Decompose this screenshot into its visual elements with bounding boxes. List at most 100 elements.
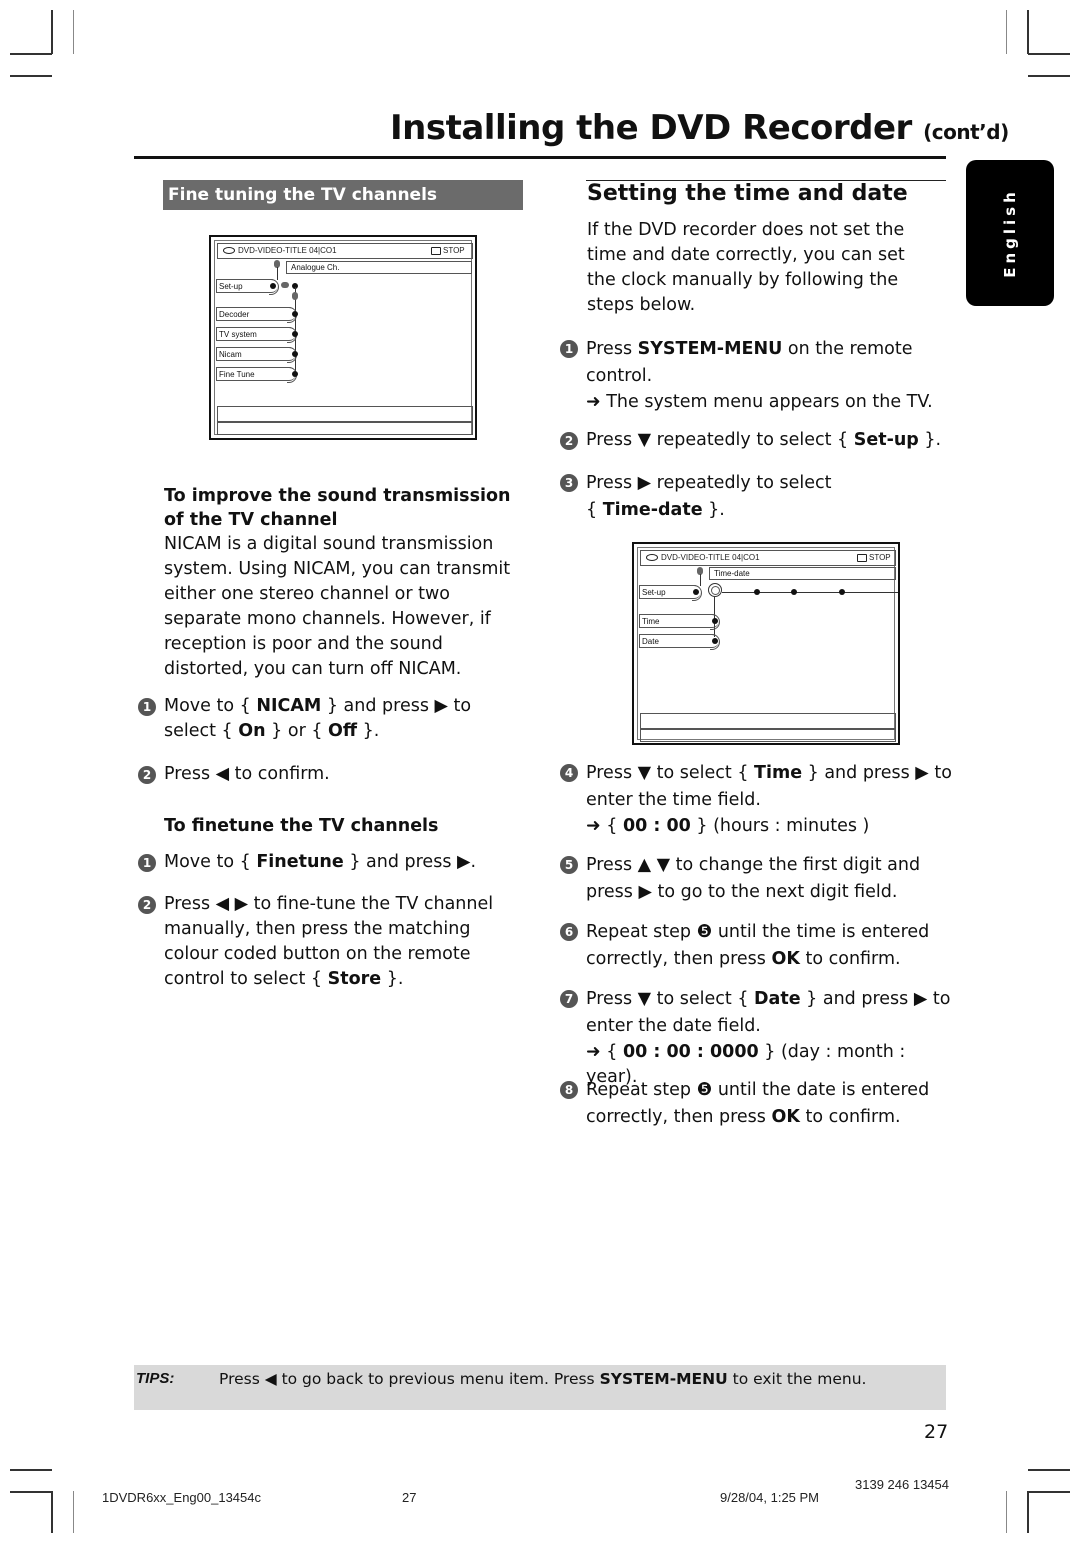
step-result: ➜ { 00 : 00 } (hours : minutes ) [586, 816, 870, 836]
crop-mark [51, 1491, 53, 1533]
connector-node [281, 282, 289, 288]
step-number: 1 [138, 854, 156, 872]
menu-item-dot [270, 283, 276, 289]
tips-label: TIPS: [136, 1370, 175, 1387]
page-title-text: Installing the DVD Recorder [390, 108, 912, 148]
language-tab: English [966, 160, 1054, 306]
step-text: Press ▼ to select { Date } and press ▶ t… [586, 989, 951, 1036]
step-number: 1 [560, 340, 578, 358]
nicam-description: NICAM is a digital sound transmission sy… [164, 534, 511, 679]
stop-icon [857, 554, 867, 562]
menu-item-dot [292, 331, 298, 337]
step-text: Press ▼ to select { Time } and press ▶ t… [586, 763, 952, 810]
footer-page: 27 [402, 1490, 417, 1505]
connector-dot [839, 589, 845, 595]
page-title: Installing the DVD Recorder (cont’d) [390, 108, 1009, 148]
crop-mark [1028, 1469, 1070, 1471]
menu-header-status: STOP [869, 553, 891, 562]
crop-mark [1028, 1491, 1070, 1493]
menu-item-setup[interactable]: Set-up [639, 585, 702, 601]
language-tab-label: English [1001, 188, 1019, 278]
menu-item-dot [693, 589, 699, 595]
step-time-1: 1 Press SYSTEM-MENU on the remote contro… [560, 336, 950, 415]
menu-diagram-fine-tuning: DVD-VIDEO-TITLE 04|CO1 STOP Analogue Ch.… [209, 235, 477, 440]
time-date-intro: If the DVD recorder does not set the tim… [587, 220, 905, 315]
step-text: Repeat step ❺ until the time is entered … [586, 922, 930, 969]
footer-date: 9/28/04, 1:25 PM [720, 1490, 820, 1505]
step-text: Repeat step ❺ until the date is entered … [586, 1080, 930, 1127]
crop-mark [10, 53, 52, 55]
menu-item[interactable]: Time [639, 614, 720, 630]
crop-mark [10, 1469, 52, 1471]
menu-item-setup[interactable]: Set-up [216, 279, 279, 295]
step-finetune-1: 1 Move to { Finetune } and press ▶. [138, 850, 528, 875]
step-time-5: 5 Press ▲ ▼ to change the first digit an… [560, 852, 950, 906]
submenu-label: Analogue Ch. [286, 261, 472, 274]
crop-mark [10, 75, 52, 77]
step-text: Move to { Finetune } and press ▶. [164, 852, 477, 872]
menu-item[interactable]: TV system [216, 327, 297, 343]
step-text: Press ◀ to confirm. [164, 764, 330, 784]
step-time-2: 2 Press ▼ repeatedly to select { Set-up … [560, 428, 950, 453]
step-result: ➜ The system menu appears on the TV. [586, 392, 933, 412]
crop-mark [1006, 1491, 1007, 1533]
step-text: Press ▼ repeatedly to select { Set-up }. [586, 430, 942, 450]
menu-item-dot [712, 638, 718, 644]
connector-line [277, 267, 278, 280]
menu-header: DVD-VIDEO-TITLE 04|CO1 STOP [217, 243, 473, 259]
step-finetune-2: 2 Press ◀ ▶ to fine-tune the TV channel … [138, 892, 528, 992]
subsection-heading-nicam: To improve the sound transmission of the… [164, 486, 511, 530]
step-number: 1 [138, 698, 156, 716]
connector-line [722, 592, 898, 593]
step-text: Press ▶ repeatedly to select { Time-date… [586, 473, 832, 520]
menu-item[interactable]: Nicam [216, 347, 297, 363]
menu-item[interactable]: Fine Tune [216, 367, 297, 383]
step-text: Press ▲ ▼ to change the first digit and … [586, 855, 921, 902]
step-time-8: 8 Repeat step ❺ until the date is entere… [560, 1077, 950, 1131]
menu-item-dot [292, 311, 298, 317]
crop-mark [1006, 10, 1007, 54]
step-time-6: 6 Repeat step ❺ until the time is entere… [560, 919, 950, 973]
step-number: 2 [560, 432, 578, 450]
submenu-label: Time-date [709, 567, 896, 580]
page-title-suffix: (cont’d) [923, 120, 1009, 144]
subsection-heading-finetune: To finetune the TV channels [164, 816, 439, 836]
navigation-ring-icon [708, 583, 722, 597]
menu-header-title: DVD-VIDEO-TITLE 04|CO1 [238, 246, 337, 255]
header-rule [134, 156, 946, 159]
crop-mark [1027, 10, 1029, 54]
crop-mark [73, 1491, 74, 1533]
menu-status-bar [640, 728, 896, 742]
step-number: 6 [560, 923, 578, 941]
step-number: 8 [560, 1081, 578, 1099]
connector-node [292, 292, 298, 300]
menu-status-bar [217, 421, 473, 435]
crop-mark [51, 10, 53, 54]
step-number: 2 [138, 766, 156, 784]
menu-header: DVD-VIDEO-TITLE 04|CO1 STOP [640, 550, 896, 566]
step-text: Press ◀ ▶ to fine-tune the TV channel ma… [164, 894, 494, 989]
menu-item[interactable]: Date [639, 634, 720, 650]
tips-box: TIPS: Press ◀ to go back to previous men… [134, 1365, 946, 1410]
crop-mark [1028, 53, 1070, 55]
connector-line [700, 574, 701, 586]
step-text: Press SYSTEM-MENU on the remote control. [586, 339, 913, 386]
step-nicam-1: 1 Move to { NICAM } and press ▶ to selec… [138, 694, 528, 744]
disc-icon [223, 247, 235, 254]
footer-code: 3139 246 13454 [855, 1477, 949, 1492]
stop-icon [431, 247, 441, 255]
menu-header-status: STOP [443, 246, 465, 255]
step-number: 3 [560, 474, 578, 492]
page-number: 27 [924, 1421, 949, 1443]
menu-item[interactable]: Decoder [216, 307, 297, 323]
step-text: Move to { NICAM } and press ▶ to select … [164, 696, 472, 741]
crop-mark [1028, 75, 1070, 77]
tips-text: Press ◀ to go back to previous menu item… [219, 1370, 867, 1388]
step-number: 5 [560, 856, 578, 874]
step-time-4: 4 Press ▼ to select { Time } and press ▶… [560, 760, 955, 839]
menu-header-title: DVD-VIDEO-TITLE 04|CO1 [661, 553, 760, 562]
step-number: 2 [138, 896, 156, 914]
step-number: 7 [560, 990, 578, 1008]
section-title-time-date: Setting the time and date [587, 181, 908, 206]
step-time-7: 7 Press ▼ to select { Date } and press ▶… [560, 986, 955, 1090]
